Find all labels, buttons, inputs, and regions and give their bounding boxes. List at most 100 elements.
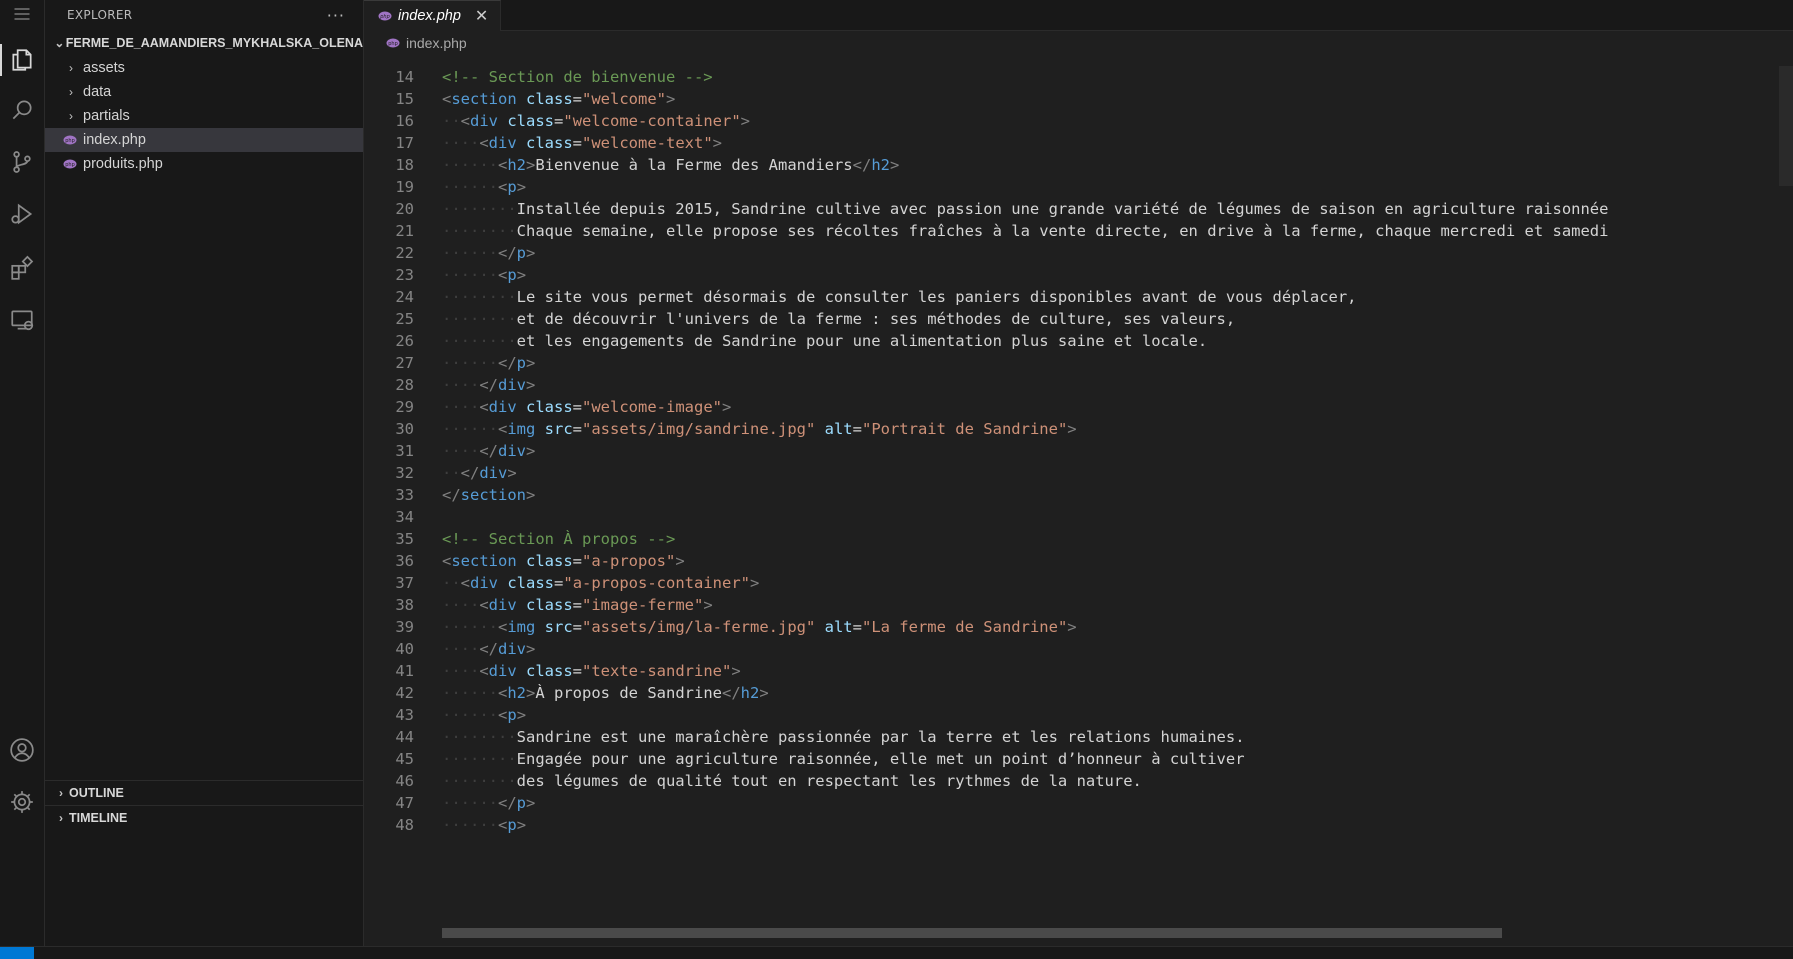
code-line[interactable]: 19 ······<p> xyxy=(364,176,1793,198)
code-line[interactable]: 47 ······</p> xyxy=(364,792,1793,814)
code-token: p xyxy=(507,816,517,834)
code-line[interactable]: 18 ······<h2>Bienvenue à la Ferme des Ama… xyxy=(364,154,1793,176)
line-number: 18 xyxy=(395,156,414,174)
code-token: > xyxy=(526,442,536,460)
code-line[interactable]: 43 ······<p> xyxy=(364,704,1793,726)
code-line[interactable]: 40 ····</div> xyxy=(364,638,1793,660)
code-line[interactable]: 24 ········Le site vous permet désormais … xyxy=(364,286,1793,308)
more-actions-icon[interactable]: ··· xyxy=(327,6,345,25)
code-line[interactable]: 44 ········Sandrine est une maraîchère pa… xyxy=(364,726,1793,748)
source-control-icon[interactable] xyxy=(0,140,44,184)
code-line[interactable]: 17 ····<div class="welcome-text"> xyxy=(364,132,1793,154)
code-token: alt xyxy=(815,618,853,636)
tree-folder-data[interactable]: › data xyxy=(45,80,363,104)
tree-file-produits-php[interactable]: php produits.php xyxy=(45,152,363,176)
code-line[interactable]: 23 ······<p> xyxy=(364,264,1793,286)
code-token: p xyxy=(507,266,517,284)
code-token: alt xyxy=(815,420,853,438)
root-folder[interactable]: ⌄ FERME_DE_AAMANDIERS_MYKHALSKA_OLENA xyxy=(45,30,363,56)
code-line[interactable]: 16 ··<div class="welcome-container"> xyxy=(364,110,1793,132)
code-line[interactable]: 42 ······<h2>À propos de Sandrine</h2> xyxy=(364,682,1793,704)
code-token: </ xyxy=(479,376,498,394)
line-number: 36 xyxy=(395,552,414,570)
code-token: "La ferme de Sandrine" xyxy=(861,618,1068,636)
line-number: 42 xyxy=(395,684,414,702)
code-line[interactable]: 32 ··</div> xyxy=(364,462,1793,484)
line-number: 21 xyxy=(395,222,414,240)
horizontal-scrollbar[interactable] xyxy=(442,928,1502,938)
line-number: 31 xyxy=(395,442,414,460)
code-line[interactable]: 39 ······<img src="assets/img/la-ferme.jp… xyxy=(364,616,1793,638)
code-line[interactable]: 20 ········Installée depuis 2015, Sandrin… xyxy=(364,198,1793,220)
code-line[interactable]: 41 ····<div class="texte-sandrine"> xyxy=(364,660,1793,682)
tab-index-php[interactable]: php index.php ✕ xyxy=(364,0,502,31)
code-line[interactable]: 25 ········et de découvrir l'univers de l… xyxy=(364,308,1793,330)
line-code: ······</p> xyxy=(442,794,536,812)
code-token: </ xyxy=(460,464,480,482)
code-token: "texte-sandrine" xyxy=(582,662,732,680)
code-line[interactable]: 21 ········Chaque semaine, elle propose s… xyxy=(364,220,1793,242)
remote-explorer-icon[interactable] xyxy=(0,298,44,342)
code-token: > xyxy=(722,398,732,416)
code-token: "welcome" xyxy=(582,90,667,108)
code-line[interactable]: 31 ····</div> xyxy=(364,440,1793,462)
files-icon[interactable] xyxy=(0,38,44,82)
breadcrumb[interactable]: php index.php xyxy=(364,31,1793,55)
code-token: > xyxy=(675,552,685,570)
close-icon[interactable]: ✕ xyxy=(475,6,488,26)
code-line[interactable]: 28 ····</div> xyxy=(364,374,1793,396)
code-line[interactable]: 36 <section class="a-propos"> xyxy=(364,550,1793,572)
search-icon[interactable] xyxy=(0,88,44,132)
code-token: div xyxy=(479,464,508,482)
code-token: div xyxy=(498,442,526,460)
code-token: class xyxy=(516,552,573,570)
code-line[interactable]: 46 ········des légumes de qualité tout en… xyxy=(364,770,1793,792)
code-line[interactable]: 30 ······<img src="assets/img/sandrine.jp… xyxy=(364,418,1793,440)
code-token: > xyxy=(703,596,713,614)
code-line[interactable]: 48 ······<p> xyxy=(364,814,1793,836)
code-line[interactable]: 33 </section> xyxy=(364,484,1793,506)
remote-indicator[interactable] xyxy=(0,947,34,959)
code-line[interactable]: 26 ········et les engagements de Sandrine… xyxy=(364,330,1793,352)
code-token: h2 xyxy=(507,684,527,702)
code-line[interactable]: 15 <section class="welcome"> xyxy=(364,88,1793,110)
code-token: div xyxy=(488,398,517,416)
code-token: src xyxy=(535,420,573,438)
code-line[interactable]: 22 ······</p> xyxy=(364,242,1793,264)
outline-section[interactable]: › OUTLINE xyxy=(45,780,371,805)
explorer-title: EXPLORER xyxy=(67,8,133,22)
timeline-section[interactable]: › TIMELINE xyxy=(45,805,371,830)
account-icon[interactable] xyxy=(0,728,44,772)
code-token: > xyxy=(526,354,536,372)
run-debug-icon[interactable] xyxy=(0,192,44,236)
menu-icon[interactable] xyxy=(0,0,44,36)
code-line[interactable]: 35 <!-- Section À propos --> xyxy=(364,528,1793,550)
code-token: section xyxy=(451,552,517,570)
code-token: class xyxy=(516,662,573,680)
code-line[interactable]: 38 ····<div class="image-ferme"> xyxy=(364,594,1793,616)
code-token: h2 xyxy=(507,156,527,174)
line-code: ········Le site vous permet désormais de… xyxy=(442,288,1357,306)
code-line[interactable]: 27 ······</p> xyxy=(364,352,1793,374)
code-token: "a-propos-container" xyxy=(563,574,750,592)
breadcrumb-file: index.php xyxy=(406,35,467,51)
code-line[interactable]: 34 xyxy=(364,506,1793,528)
explorer-header: EXPLORER ··· xyxy=(45,0,363,30)
tree-file-index-php[interactable]: php index.php xyxy=(45,128,363,152)
tree-folder-assets[interactable]: › assets xyxy=(45,56,363,80)
code-line[interactable]: 29 ····<div class="welcome-image"> xyxy=(364,396,1793,418)
line-code: ······<p> xyxy=(442,706,527,724)
code-line[interactable]: 14 <!-- Section de bienvenue --> xyxy=(364,66,1793,88)
line-number: 41 xyxy=(395,662,414,680)
extensions-icon[interactable] xyxy=(0,246,44,290)
root-folder-label: FERME_DE_AAMANDIERS_MYKHALSKA_OLENA xyxy=(65,36,363,50)
code-line[interactable]: 45 ········Engagée pour une agriculture r… xyxy=(364,748,1793,770)
code-token: class xyxy=(516,398,573,416)
code-token: = xyxy=(572,662,583,680)
code-editor[interactable]: 14 <!-- Section de bienvenue --> 15 <sectio… xyxy=(364,66,1793,946)
line-code: ······<h2>À propos de Sandrine</h2> xyxy=(442,684,769,702)
tree-folder-partials[interactable]: › partials xyxy=(45,104,363,128)
settings-gear-icon[interactable] xyxy=(0,780,44,824)
code-line[interactable]: 37 ··<div class="a-propos-container"> xyxy=(364,572,1793,594)
code-token: < xyxy=(479,596,489,614)
